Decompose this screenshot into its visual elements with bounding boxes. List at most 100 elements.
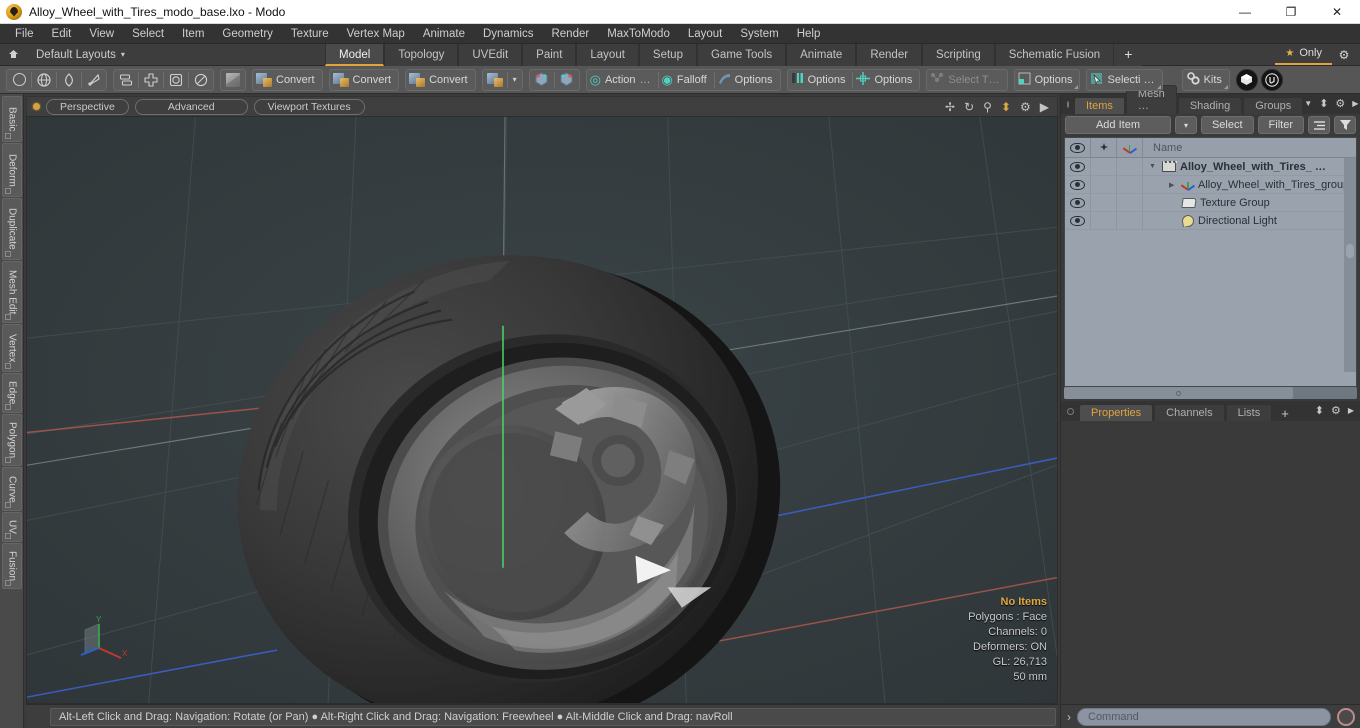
cube-gray-icon[interactable]	[221, 70, 245, 90]
xyz-column-header[interactable]	[1117, 138, 1143, 158]
table-row[interactable]: ▶ Alloy_Wheel_with_Tires_group	[1065, 175, 1356, 194]
gear-icon[interactable]: ⚙	[1020, 100, 1031, 114]
rotate-icon[interactable]: ↻	[964, 100, 974, 114]
menu-animate[interactable]: Animate	[414, 24, 474, 44]
viewport-textures-button[interactable]: Viewport Textures	[253, 98, 365, 115]
tab-items[interactable]: Items	[1074, 97, 1125, 114]
menu-item[interactable]: Item	[173, 24, 213, 44]
viewport-advanced-button[interactable]: Advanced	[134, 98, 248, 115]
add-properties-tab-button[interactable]: +	[1273, 406, 1297, 421]
unreal-icon[interactable]	[1260, 68, 1283, 91]
tree-item-mesh-group[interactable]: ▶ Alloy_Wheel_with_Tires_group	[1143, 179, 1356, 191]
ellipse-icon[interactable]	[189, 70, 213, 90]
gear-icon[interactable]: ⚙	[1331, 404, 1341, 417]
falloff-button[interactable]: ◉ Falloff	[659, 70, 714, 90]
modo-bob-icon[interactable]	[1235, 68, 1258, 91]
rounded-square-icon[interactable]	[164, 70, 188, 90]
layout-tab-scripting[interactable]: Scripting	[922, 44, 995, 66]
default-layouts-dropdown[interactable]: Default Layouts ▾	[26, 49, 135, 61]
tree-horizontal-scrollbar[interactable]	[1064, 387, 1357, 399]
cross-icon[interactable]	[139, 70, 163, 90]
layout-tab-topology[interactable]: Topology	[384, 44, 459, 66]
menu-vertex-map[interactable]: Vertex Map	[338, 24, 414, 44]
layout-tab-game-tools[interactable]: Game Tools	[696, 44, 787, 66]
convert-icon-4[interactable]	[483, 70, 507, 90]
record-icon[interactable]	[1337, 707, 1355, 726]
visibility-toggle[interactable]	[1065, 158, 1091, 176]
table-row[interactable]: Directional Light	[1065, 211, 1356, 230]
twisty-icon[interactable]: ▶	[1169, 181, 1178, 189]
chevron-down-icon[interactable]: ▼	[1304, 99, 1312, 108]
visibility-toggle[interactable]	[1065, 211, 1091, 230]
rail-tab-mesh-edit[interactable]: Mesh Edit	[2, 261, 22, 323]
mesh-paint-b-icon[interactable]	[555, 70, 579, 90]
convert-button-3[interactable]: Convert	[406, 70, 475, 90]
table-row[interactable]: ▼ Alloy_Wheel_with_Tires_ …	[1065, 158, 1356, 176]
rail-tab-vertex[interactable]: Vertex	[2, 324, 22, 372]
layout-tab-paint[interactable]: Paint	[522, 44, 577, 66]
command-input[interactable]	[1077, 707, 1331, 726]
kits-button[interactable]: Kits	[1183, 70, 1229, 90]
lock-column-header[interactable]	[1091, 138, 1117, 158]
chevron-right-icon[interactable]: ▶	[1040, 100, 1049, 114]
menu-file[interactable]: File	[6, 24, 43, 44]
visibility-toggle[interactable]	[1065, 175, 1091, 194]
minimize-button[interactable]: —	[1222, 0, 1268, 24]
visibility-toggle[interactable]	[1065, 193, 1091, 212]
pan-icon[interactable]: ✢	[945, 100, 955, 114]
menu-geometry[interactable]: Geometry	[213, 24, 282, 44]
tree-vertical-scrollbar[interactable]	[1344, 158, 1356, 372]
menu-maxtomodo[interactable]: MaxToModo	[598, 24, 679, 44]
tab-properties[interactable]: Properties	[1079, 404, 1154, 421]
list-icon[interactable]	[1308, 116, 1330, 134]
layout-tab-animate[interactable]: Animate	[786, 44, 857, 66]
tab-shading[interactable]: Shading	[1177, 97, 1243, 114]
menu-layout[interactable]: Layout	[679, 24, 732, 44]
close-button[interactable]: ✕	[1314, 0, 1360, 24]
cone-primitive-icon[interactable]	[82, 70, 106, 90]
zoom-icon[interactable]: ⚲	[983, 100, 992, 114]
options-button-1[interactable]: Options	[715, 70, 780, 90]
menu-edit[interactable]: Edit	[43, 24, 81, 44]
select-button[interactable]: Select	[1200, 116, 1254, 134]
selection-set-button[interactable]: Selecti …	[1087, 70, 1161, 90]
menu-texture[interactable]: Texture	[282, 24, 338, 44]
twisty-icon[interactable]: ▼	[1149, 163, 1158, 170]
panel-indicator-icon[interactable]	[1067, 408, 1074, 415]
chevron-right-icon[interactable]: ▶	[1348, 406, 1354, 415]
convert-button-1[interactable]: Convert	[253, 70, 322, 90]
sphere-primitive-icon[interactable]	[32, 70, 56, 90]
rail-tab-fusion[interactable]: Fusion	[2, 543, 22, 589]
tree-item-scene[interactable]: ▼ Alloy_Wheel_with_Tires_ …	[1143, 160, 1356, 173]
expand-icon[interactable]: ⬍	[1315, 404, 1324, 417]
panel-indicator-icon[interactable]	[1067, 101, 1069, 108]
convert-dropdown-caret[interactable]: ▾	[508, 75, 522, 84]
rail-tab-uv[interactable]: UV	[2, 512, 22, 542]
options-button-3[interactable]: Options	[853, 70, 919, 90]
3d-viewport[interactable]: No Items Polygons : Face Channels: 0 Def…	[26, 116, 1058, 704]
layout-tab-render[interactable]: Render	[856, 44, 923, 66]
rail-tab-deform[interactable]: Deform	[2, 143, 22, 197]
options-button-2[interactable]: Options	[788, 70, 853, 90]
tree-item-texture-group[interactable]: Texture Group	[1143, 197, 1356, 209]
menu-select[interactable]: Select	[123, 24, 173, 44]
tab-channels[interactable]: Channels	[1154, 404, 1225, 421]
add-item-button[interactable]: Add Item	[1065, 116, 1171, 134]
rail-tab-polygon[interactable]: Polygon	[2, 414, 22, 466]
chevron-right-icon[interactable]: ▶	[1352, 99, 1358, 108]
rail-tab-curve[interactable]: Curve	[2, 467, 22, 511]
viewport-indicator[interactable]	[33, 103, 40, 110]
convert-button-2[interactable]: Convert	[330, 70, 399, 90]
add-item-dropdown[interactable]: ▾	[1174, 116, 1197, 134]
funnel-icon[interactable]	[1334, 116, 1356, 134]
eye-column-header[interactable]	[1065, 138, 1091, 158]
gear-icon[interactable]: ⚙	[1335, 97, 1345, 110]
table-row[interactable]: Texture Group	[1065, 193, 1356, 212]
expand-icon[interactable]: ⬍	[1319, 97, 1328, 110]
menu-view[interactable]: View	[80, 24, 123, 44]
mesh-paint-a-icon[interactable]	[530, 70, 554, 90]
action-button[interactable]: ◎ Action …	[587, 70, 658, 90]
select-through-button[interactable]: Select T…	[927, 70, 1006, 90]
stack-icon[interactable]	[114, 70, 138, 90]
menu-help[interactable]: Help	[788, 24, 830, 44]
